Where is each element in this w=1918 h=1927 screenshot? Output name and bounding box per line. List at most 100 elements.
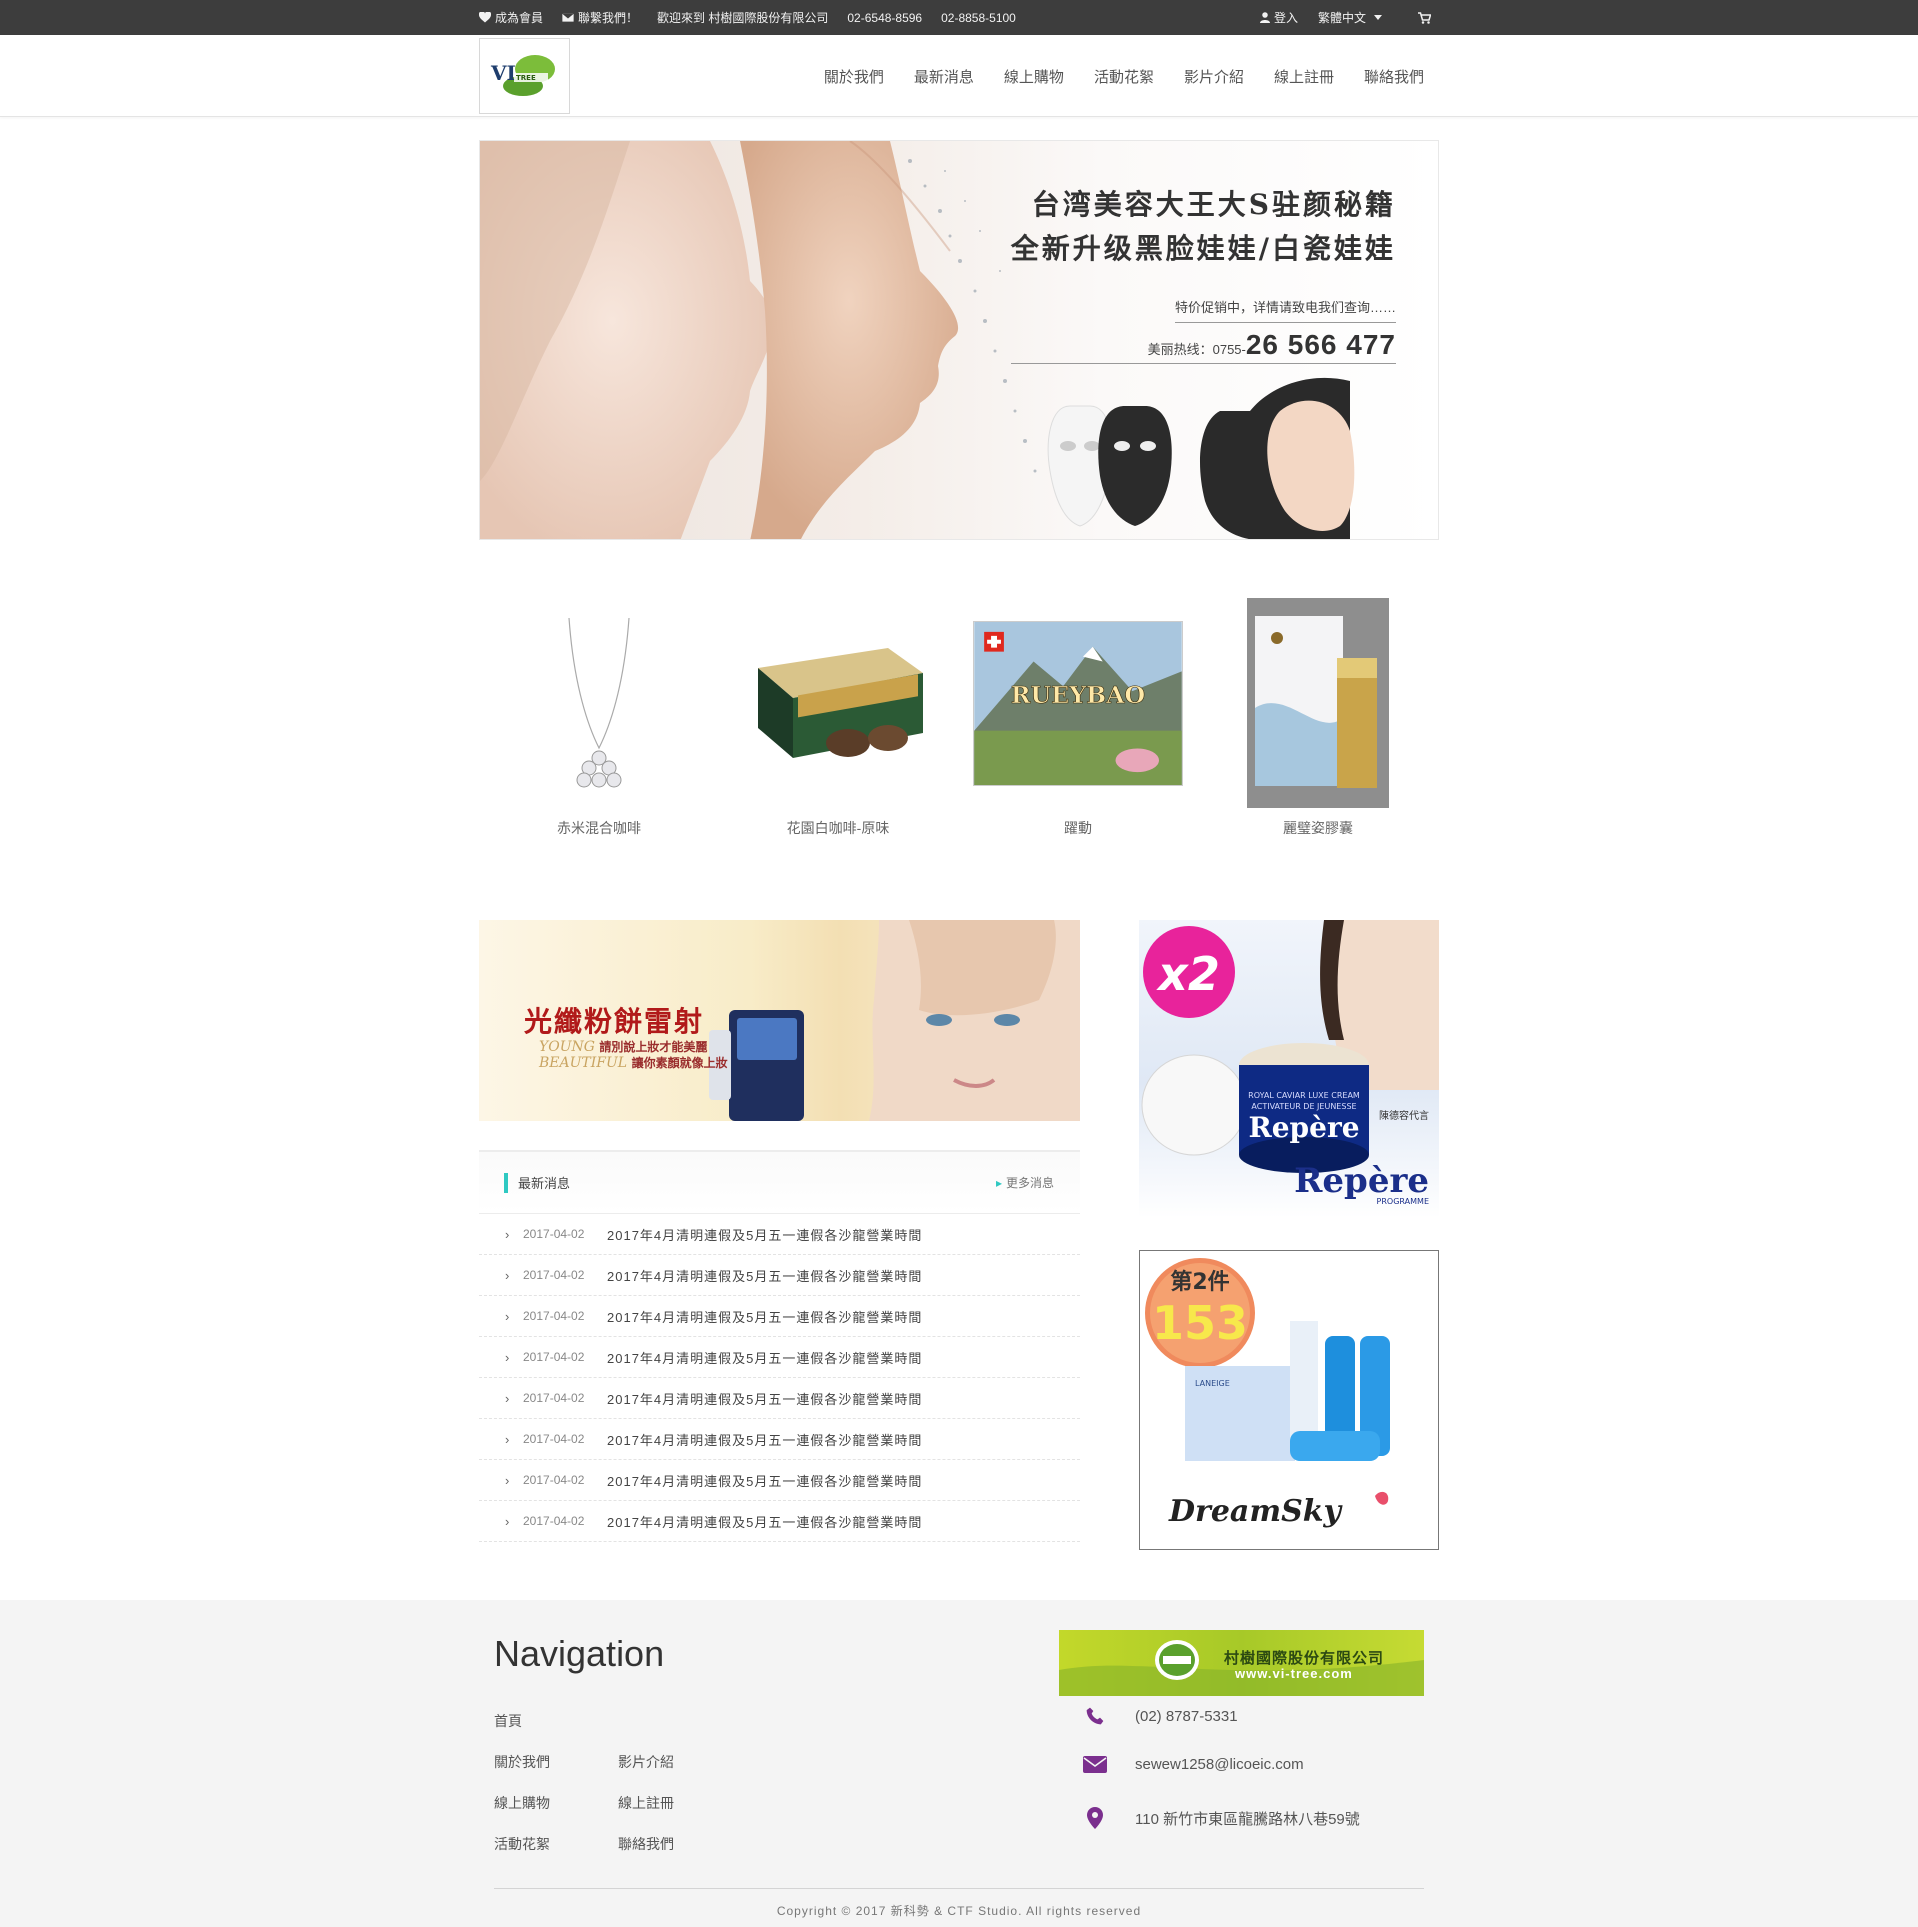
news-date: 2017-04-02	[523, 1350, 585, 1364]
news-item[interactable]: › 2017-04-02 2017年4月清明連假及5月五一連假各沙龍營業時間	[479, 1419, 1080, 1460]
news-title[interactable]: 2017年4月清明連假及5月五一連假各沙龍營業時間	[607, 1225, 922, 1244]
news-item[interactable]: › 2017-04-02 2017年4月清明連假及5月五一連假各沙龍營業時間	[479, 1460, 1080, 1501]
product-card[interactable]: RUEYBAO 躍動	[968, 598, 1188, 838]
svg-text:VI: VI	[490, 61, 516, 85]
svg-text:Repère: Repère	[1248, 1111, 1359, 1144]
footer-company-logo: 村樹國際股份有限公司 www.vi-tree.com	[1059, 1630, 1424, 1696]
footer-link-shop[interactable]: 線上購物	[494, 1793, 550, 1813]
product-image	[494, 598, 704, 808]
laser-promo-sub2: BEAUTIFUL 讓你素顏就像上妝	[539, 1055, 728, 1071]
chevron-right-icon: ›	[505, 1226, 510, 1242]
product-image	[1213, 598, 1423, 808]
nav-shop[interactable]: 線上購物	[1004, 66, 1064, 87]
hero-text: 台湾美容大王大S驻颜秘籍 全新升级黑脸娃娃/白瓷娃娃 特价促销中，详情请致电我们…	[1010, 183, 1396, 364]
contact-us-link[interactable]: 聯繫我們！	[562, 9, 638, 26]
chevron-right-icon: ›	[505, 1431, 510, 1447]
nav-video[interactable]: 影片介紹	[1184, 66, 1244, 87]
caret-down-icon	[1374, 15, 1382, 20]
envelope-icon	[562, 13, 575, 22]
user-icon	[1259, 12, 1270, 23]
chevron-right-icon: ›	[505, 1390, 510, 1406]
chevron-right-icon: ›	[505, 1308, 510, 1324]
site-logo[interactable]: VI TREE	[479, 38, 570, 114]
news-item[interactable]: › 2017-04-02 2017年4月清明連假及5月五一連假各沙龍營業時間	[479, 1337, 1080, 1378]
news-item[interactable]: › 2017-04-02 2017年4月清明連假及5月五一連假各沙龍營業時間	[479, 1214, 1080, 1255]
news-title[interactable]: 2017年4月清明連假及5月五一連假各沙龍營業時間	[607, 1389, 922, 1408]
necklace-icon	[568, 617, 630, 788]
news-date: 2017-04-02	[523, 1473, 585, 1487]
chevron-right-icon: ›	[505, 1513, 510, 1529]
footer-copyright: Copyright © 2017 新科勢 & CTF Studio. All r…	[776, 1904, 1142, 1918]
product-name: 花園白咖啡-原味	[786, 820, 890, 836]
product-card[interactable]: 麗璧姿膠囊	[1208, 598, 1428, 838]
news-item[interactable]: › 2017-04-02 2017年4月清明連假及5月五一連假各沙龍營業時間	[479, 1296, 1080, 1337]
svg-text:DreamSky: DreamSky	[1168, 1494, 1344, 1529]
site-footer: Navigation 首頁 關於我們 影片介紹 線上購物 線上註冊 活動花絮 聯…	[0, 1600, 1918, 1927]
footer-address: 110 新竹市東區龍騰路林八巷59號	[1078, 1807, 1360, 1829]
chevron-right-icon: ›	[505, 1349, 510, 1365]
svg-text:Repère: Repère	[1294, 1161, 1429, 1201]
news-title[interactable]: 2017年4月清明連假及5月五一連假各沙龍營業時間	[607, 1471, 922, 1490]
news-accent-bar	[504, 1172, 508, 1193]
hero-headline-1: 台湾美容大王大S驻颜秘籍	[1031, 188, 1396, 221]
language-dropdown[interactable]: 繁體中文	[1318, 9, 1382, 26]
news-title[interactable]: 2017年4月清明連假及5月五一連假各沙龍營業時間	[607, 1512, 922, 1531]
news-item[interactable]: › 2017-04-02 2017年4月清明連假及5月五一連假各沙龍營業時間	[479, 1378, 1080, 1419]
news-header: 最新消息 ▸ 更多消息	[479, 1150, 1080, 1214]
caret-right-icon: ▸	[995, 1176, 1002, 1190]
product-card[interactable]: 花園白咖啡-原味	[728, 598, 948, 838]
news-title[interactable]: 2017年4月清明連假及5月五一連假各沙龍營業時間	[607, 1307, 922, 1326]
news-date: 2017-04-02	[523, 1309, 585, 1323]
news-more-link[interactable]: ▸ 更多消息	[996, 1174, 1054, 1191]
news-item[interactable]: › 2017-04-02 2017年4月清明連假及5月五一連假各沙龍營業時間	[479, 1501, 1080, 1542]
nav-register[interactable]: 線上註冊	[1274, 66, 1334, 87]
product-name: 躍動	[1064, 820, 1092, 836]
svg-text:ROYAL CAVIAR LUXE CREAM: ROYAL CAVIAR LUXE CREAM	[1248, 1091, 1360, 1100]
rueybao-box-icon: RUEYBAO	[973, 620, 1183, 786]
news-date: 2017-04-02	[523, 1514, 585, 1528]
news-title[interactable]: 2017年4月清明連假及5月五一連假各沙龍營業時間	[607, 1430, 922, 1449]
nav-contact[interactable]: 聯絡我們	[1364, 66, 1424, 87]
product-card[interactable]: 赤米混合咖啡	[489, 598, 709, 838]
svg-text:x2: x2	[1156, 947, 1220, 1001]
become-member-link[interactable]: 成為會員	[479, 9, 543, 26]
login-link[interactable]: 登入	[1259, 9, 1298, 26]
nav-about[interactable]: 關於我們	[824, 66, 884, 87]
news-date: 2017-04-02	[523, 1268, 585, 1282]
footer-email[interactable]: sewew1258@licoeic.com	[1078, 1756, 1304, 1773]
product-list: 赤米混合咖啡 花園白咖啡-原味 RUEYBAO 躍動 麗璧姿膠囊	[479, 598, 1439, 848]
nav-news[interactable]: 最新消息	[914, 66, 974, 87]
dreamsky-ad-image: 第2件 153 LANEIGE DreamSky	[1145, 1258, 1390, 1529]
footer-link-video[interactable]: 影片介紹	[618, 1752, 674, 1772]
envelope-icon	[1078, 1756, 1112, 1773]
footer-link-home[interactable]: 首頁	[494, 1711, 522, 1731]
footer-nav-title: Navigation	[494, 1633, 665, 1674]
nav-events[interactable]: 活動花絮	[1094, 66, 1154, 87]
footer-link-contact[interactable]: 聯絡我們	[618, 1834, 674, 1854]
laser-promo-sub1: YOUNG 請別說上妝才能美麗	[539, 1039, 708, 1055]
hero-banner[interactable]: 台湾美容大王大S驻颜秘籍 全新升级黑脸娃娃/白瓷娃娃 特价促销中，详情请致电我们…	[479, 140, 1439, 540]
phone-1: 02-6548-8596	[847, 10, 923, 25]
svg-text:PROGRAMME: PROGRAMME	[1377, 1197, 1429, 1206]
product-name: 赤米混合咖啡	[557, 820, 641, 836]
footer-link-about[interactable]: 關於我們	[494, 1752, 550, 1772]
news-title[interactable]: 2017年4月清明連假及5月五一連假各沙龍營業時間	[607, 1348, 922, 1367]
news-title[interactable]: 2017年4月清明連假及5月五一連假各沙龍營業時間	[607, 1266, 922, 1285]
hero-hotline: 美丽热线：0755-26 566 477	[1010, 329, 1396, 364]
vi-tree-logo-icon: VI TREE	[490, 55, 555, 96]
svg-text:153: 153	[1152, 1296, 1248, 1350]
footer-link-register[interactable]: 線上註冊	[618, 1793, 674, 1813]
cart-button[interactable]	[1418, 11, 1431, 24]
repere-ad[interactable]: x2 ROYAL CAVIAR LUXE CREAM ACTIVATEUR DE…	[1139, 920, 1439, 1218]
svg-text:TREE: TREE	[516, 74, 536, 82]
footer-link-events[interactable]: 活動花絮	[494, 1834, 550, 1854]
dreamsky-ad[interactable]: 第2件 153 LANEIGE DreamSky	[1139, 1250, 1439, 1550]
news-panel: 最新消息 ▸ 更多消息 › 2017-04-02 2017年4月清明連假及5月五一連假…	[479, 1150, 1080, 1542]
news-item[interactable]: › 2017-04-02 2017年4月清明連假及5月五一連假各沙龍營業時間	[479, 1255, 1080, 1296]
capsule-box-icon	[1247, 598, 1389, 808]
footer-divider	[494, 1888, 1424, 1889]
laser-promo-banner[interactable]: 光纖粉餅雷射 YOUNG 請別說上妝才能美麗 BEAUTIFUL 讓你素顏就像上…	[479, 920, 1080, 1121]
laser-promo-title: 光纖粉餅雷射	[524, 1005, 705, 1038]
hero-promo-text: 特价促销中，详情请致电我们查询……	[1174, 297, 1396, 323]
heart-icon	[479, 12, 491, 23]
